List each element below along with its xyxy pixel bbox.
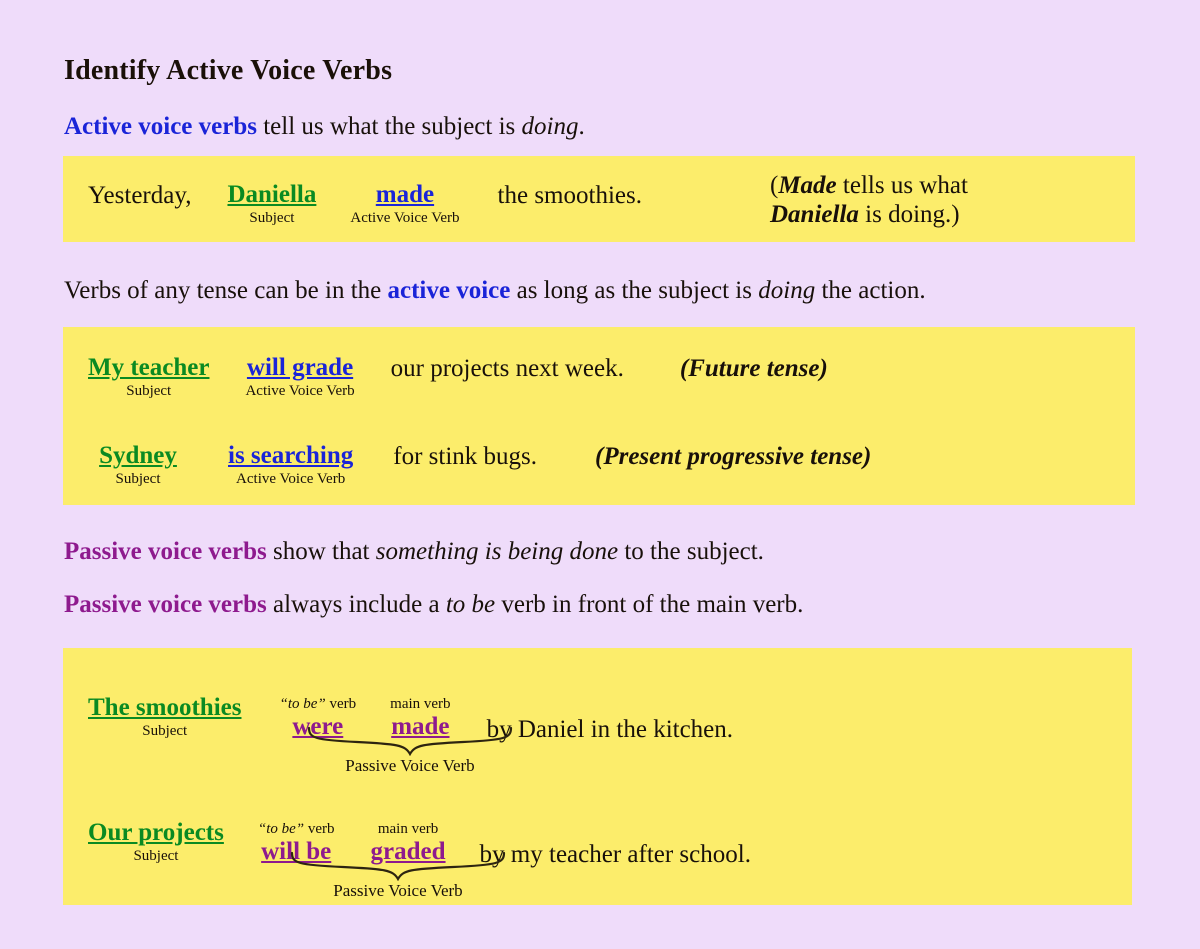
example-1-verb-word: made [375,181,435,208]
example-5-to-be-caption: “to be” verb [258,820,335,838]
example-1-verb-caption: Active Voice Verb [350,210,460,227]
example-3-verb-caption: Active Voice Verb [236,471,346,488]
example-3-verb: is searching Active Voice Verb [228,442,354,488]
example-1-note: (Made tells us what Daniella is doing.) [770,171,968,229]
tense-line-italic: doing [758,277,816,304]
example-5-subject: Our projects Subject [88,819,224,865]
example-5-brace-group: Passive Voice Verb [288,851,508,901]
passive-line-2: Passive voice verbs always include a to … [64,591,803,620]
example-2-tense-note: (Future tense) [679,355,828,382]
passive-line-2-part-a: always include a [266,591,446,618]
example-4-to-be-caption-italic: “to be” [279,696,326,712]
example-1-tail: the smoothies. [497,182,642,209]
example-4-brace-group: Passive Voice Verb [305,726,515,776]
example-3-subject: Sydney Subject [88,442,188,488]
example-5-main-verb-caption: main verb [377,821,439,837]
example-4-to-be-caption: “to be” verb [279,695,356,713]
example-1-subject-word: Daniella [227,181,317,208]
example-4-brace-label: Passive Voice Verb [345,756,475,775]
example-1-note-rest-2: is doing.) [858,201,960,228]
example-2-subject-word: My teacher [88,354,210,381]
example-5-subject-word: Our projects [88,819,224,846]
example-3-sentence: Sydney Subject is searching Active Voice… [88,442,872,488]
example-1-note-bold-2: Daniella [770,201,859,228]
example-1-note-rest-1: tells us what [836,172,968,199]
example-1-subject-caption: Subject [249,210,295,227]
tense-line-part-a: Verbs of any tense can be in the [64,277,388,304]
example-4-to-be-caption-rest: verb [325,696,357,712]
page-title: Identify Active Voice Verbs [64,55,393,86]
example-3-tail: for stink bugs. [393,443,537,470]
example-1-verb: made Active Voice Verb [350,181,460,227]
intro-italic: doing [521,113,579,140]
slide-canvas: Identify Active Voice Verbs Active voice… [0,0,1200,949]
example-1-lead: Yesterday, [88,182,192,209]
passive-line-1-part-b: to the subject. [618,538,764,565]
example-2-tail: our projects next week. [390,355,624,382]
example-3-tense-note: (Present progressive tense) [595,443,872,470]
tense-line-emphasis: active voice [387,277,511,304]
example-2-verb-word: will grade [246,354,354,381]
intro-emphasis: Active voice verbs [64,113,257,140]
intro-rest-b: . [578,113,585,140]
passive-line-2-italic: to be [445,591,496,618]
example-2-subject: My teacher Subject [88,354,210,400]
example-1-subject: Daniella Subject [227,181,317,227]
passive-line-2-part-b: verb in front of the main verb. [495,591,804,618]
passive-line-1: Passive voice verbs show that something … [64,538,764,567]
example-4-subject-caption: Subject [142,723,188,740]
example-4-subject: The smoothies Subject [88,694,242,740]
example-5-tail: by my teacher after school. [479,841,751,868]
example-5-to-be-caption-italic: “to be” [257,821,305,837]
tense-line: Verbs of any tense can be in the active … [64,277,926,306]
passive-line-1-emphasis: Passive voice verbs [64,538,267,565]
example-2-verb-caption: Active Voice Verb [245,383,355,400]
example-5-to-be-caption-rest: verb [304,821,335,837]
example-2-subject-caption: Subject [126,383,172,400]
passive-line-1-italic: something is being done [375,538,619,565]
intro-line: Active voice verbs tell us what the subj… [64,113,585,142]
curly-brace-icon [307,726,513,756]
example-5-brace-label: Passive Voice Verb [333,881,463,900]
curly-brace-icon [290,851,506,881]
tense-line-part-c: the action. [815,277,926,304]
example-3-verb-word: is searching [228,442,354,469]
example-3-subject-word: Sydney [99,442,177,469]
example-3-subject-caption: Subject [115,471,161,488]
example-2-verb: will grade Active Voice Verb [245,354,355,400]
example-1-note-bold-1: Made [778,172,837,199]
passive-line-2-emphasis: Passive voice verbs [64,591,267,618]
example-2-sentence: My teacher Subject will grade Active Voi… [88,354,828,400]
example-4-tail: by Daniel in the kitchen. [486,716,734,743]
example-5-subject-caption: Subject [133,848,179,865]
passive-line-1-part-a: show that [266,538,376,565]
intro-rest-a: tell us what the subject is [256,113,522,140]
tense-line-part-b: as long as the subject is [510,277,759,304]
example-4-main-verb-caption: main verb [390,696,451,712]
example-1-sentence: Yesterday, Daniella Subject made Active … [88,181,642,227]
example-4-subject-word: The smoothies [88,694,242,721]
